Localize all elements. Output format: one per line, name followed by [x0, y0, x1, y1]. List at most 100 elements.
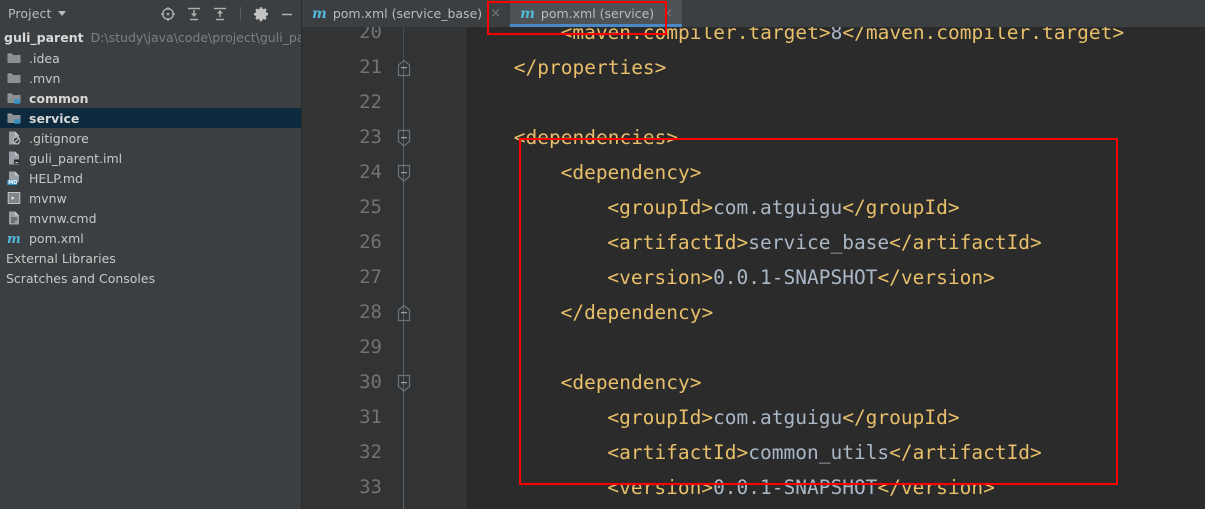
project-panel-toolbar	[160, 0, 295, 27]
svg-text:MD: MD	[8, 180, 18, 186]
code-token-tag: </artifactId>	[889, 441, 1042, 464]
code-token-tag: <groupId>	[607, 406, 714, 429]
fold-collapse-icon[interactable]	[397, 129, 411, 147]
line-number: 32	[359, 441, 382, 463]
code-line: 25 <groupId>com.atguigu</groupId>	[302, 190, 1205, 225]
code-token-tag: <artifactId>	[607, 231, 749, 254]
line-content: <maven.compiler.target>8</maven.compiler…	[561, 27, 1125, 50]
settings-gear-icon[interactable]	[253, 6, 269, 22]
tree-item-label: HELP.md	[29, 170, 83, 186]
project-tool-window: Project guli_parent D:\study\java\code\p…	[0, 0, 302, 509]
project-panel-header: Project	[0, 0, 301, 27]
tree-item-common[interactable]: common	[0, 88, 301, 108]
line-content: <version>0.0.1-SNAPSHOT</version>	[607, 260, 994, 295]
code-token-text: 0.0.1-SNAPSHOT	[713, 266, 878, 289]
close-icon[interactable]: ×	[490, 7, 501, 20]
tree-item-mvnw[interactable]: mvnw	[0, 188, 301, 208]
line-number: 27	[359, 266, 382, 288]
line-number: 23	[359, 126, 382, 148]
gitignore-file-icon	[6, 130, 22, 146]
editor-tab-bar: m pom.xml (service_base) × m pom.xml (servic…	[302, 0, 1205, 27]
tree-item-gitignore[interactable]: .gitignore	[0, 128, 301, 148]
code-line: 31 <groupId>com.atguigu</groupId>	[302, 400, 1205, 435]
tree-item-help-md[interactable]: MD HELP.md	[0, 168, 301, 188]
line-number: 30	[359, 371, 382, 393]
tree-item-service[interactable]: service	[0, 108, 301, 128]
line-content: <dependencies>	[514, 120, 678, 155]
code-token-text: com.atguigu	[713, 196, 843, 219]
tree-item-guli-parent-iml[interactable]: guli_parent.iml	[0, 148, 301, 168]
tree-item-label: guli_parent.iml	[29, 150, 123, 166]
code-line: 29	[302, 330, 1205, 365]
line-content: </properties>	[514, 50, 667, 85]
code-editor[interactable]: 20 <maven.compiler.target>8</maven.compil…	[302, 27, 1205, 509]
line-number: 29	[359, 336, 382, 358]
maven-file-icon: m	[312, 5, 327, 22]
tree-item-pom-xml[interactable]: m pom.xml	[0, 228, 301, 248]
tree-item-idea[interactable]: .idea	[0, 48, 301, 68]
line-number: 21	[359, 56, 382, 78]
tree-item-mvnw-cmd[interactable]: mvnw.cmd	[0, 208, 301, 228]
code-token-tag: <dependencies>	[513, 126, 679, 149]
chevron-down-icon[interactable]	[58, 11, 67, 16]
code-token-tag: <dependency>	[560, 161, 702, 184]
panel-title: Project	[8, 6, 52, 21]
line-content: <artifactId>service_base</artifactId>	[607, 225, 1041, 260]
code-line: 24 <dependency>	[302, 155, 1205, 190]
tree-item-label: External Libraries	[6, 250, 116, 266]
code-token-tag: </groupId>	[842, 196, 960, 219]
ide-window: Project guli_parent D:\study\java\code\p…	[0, 0, 1205, 509]
code-line: 33 <version>0.0.1-SNAPSHOT</version>	[302, 470, 1205, 505]
code-token-text: service_base	[748, 231, 890, 254]
line-number: 33	[359, 476, 382, 498]
line-content: <groupId>com.atguigu</groupId>	[607, 400, 959, 435]
line-number: 25	[359, 196, 382, 218]
code-token-tag: </groupId>	[842, 406, 960, 429]
project-root-path: D:\study\java\code\project\guli_parent	[90, 30, 301, 45]
code-line: 22	[302, 85, 1205, 120]
editor-tab-2[interactable]: m pom.xml (service) ×	[510, 0, 683, 27]
project-root-row[interactable]: guli_parent D:\study\java\code\project\g…	[0, 27, 301, 48]
line-content: <dependency>	[561, 365, 702, 400]
code-line: 34 </dependency>	[302, 505, 1205, 509]
line-content: <groupId>com.atguigu</groupId>	[607, 190, 959, 225]
editor-tab-label: pom.xml (service)	[540, 6, 655, 21]
fold-expand-icon[interactable]	[397, 304, 411, 321]
line-content: </dependency>	[561, 295, 714, 330]
fold-collapse-icon[interactable]	[397, 164, 411, 182]
close-icon[interactable]: ×	[662, 7, 673, 20]
minimize-icon[interactable]	[279, 6, 295, 22]
line-number: 22	[359, 91, 382, 113]
code-token-text: 0.0.1-SNAPSHOT	[713, 476, 878, 499]
code-token-tag: </dependency>	[560, 301, 714, 324]
code-line: 26 <artifactId>service_base</artifactId>	[302, 225, 1205, 260]
svg-text:m: m	[7, 232, 21, 246]
editor-tab-label: pom.xml (service_base)	[332, 6, 483, 21]
code-token-tag: <groupId>	[607, 196, 714, 219]
fold-collapse-icon[interactable]	[397, 374, 411, 392]
code-line: 27 <version>0.0.1-SNAPSHOT</version>	[302, 260, 1205, 295]
code-line: 23 <dependencies>	[302, 120, 1205, 155]
expand-all-icon[interactable]	[186, 6, 202, 22]
code-line: 28 </dependency>	[302, 295, 1205, 330]
line-number: 31	[359, 406, 382, 428]
tree-item-scratches-and-consoles[interactable]: Scratches and Consoles	[0, 268, 301, 288]
locate-target-icon[interactable]	[160, 6, 176, 22]
collapse-all-icon[interactable]	[212, 6, 228, 22]
tree-item-external-libraries[interactable]: External Libraries	[0, 248, 301, 268]
fold-expand-icon[interactable]	[397, 59, 411, 76]
editor-tab-1[interactable]: m pom.xml (service_base) ×	[302, 0, 510, 27]
script-file-icon	[6, 190, 22, 206]
code-token-tag: </version>	[877, 476, 995, 499]
tree-item-label: .idea	[29, 50, 60, 66]
cmd-file-icon	[6, 210, 22, 226]
line-number: 26	[359, 231, 382, 253]
markdown-file-icon: MD	[6, 170, 22, 186]
module-folder-icon	[6, 90, 22, 106]
tree-item-mvn[interactable]: .mvn	[0, 68, 301, 88]
code-token-tag: <dependency>	[560, 371, 702, 394]
code-token-text: common_utils	[748, 441, 890, 464]
code-token-tag: </version>	[877, 266, 995, 289]
line-number: 28	[359, 301, 382, 323]
maven-file-icon: m	[6, 230, 22, 247]
